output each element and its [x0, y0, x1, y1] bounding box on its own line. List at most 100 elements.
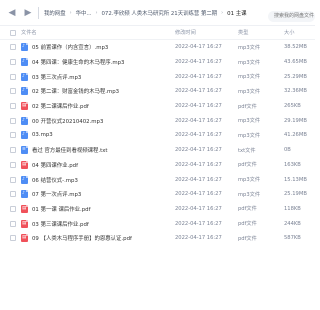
file-type: pdf文件 — [238, 221, 257, 228]
file-modified: 2022-04-17 16:27 — [175, 191, 222, 198]
file-modified: 2022-04-17 16:27 — [175, 235, 222, 242]
file-name-cell[interactable]: ▤ 03 第三课课后作业.pdf — [10, 219, 170, 228]
column-size[interactable]: 大小 — [284, 29, 294, 36]
file-row[interactable]: ♪ 04 第四课：健康生命的木马程序.mp3 2022-04-17 16:27 mp3… — [0, 55, 315, 70]
row-checkbox[interactable] — [10, 191, 16, 198]
row-checkbox[interactable] — [10, 44, 16, 51]
row-checkbox[interactable] — [10, 220, 16, 227]
column-type[interactable]: 类型 — [238, 29, 248, 36]
pdf-file-icon: ▤ — [21, 160, 28, 169]
column-name[interactable]: 文件名 — [10, 29, 37, 36]
file-modified: 2022-04-17 16:27 — [175, 44, 222, 51]
file-name[interactable]: 02 第二课课后作业.pdf — [32, 102, 89, 110]
file-size: 118KB — [284, 205, 301, 212]
file-row[interactable]: ♪ 03 第三次点评.mp3 2022-04-17 16:27 mp3文件 25.29M… — [0, 69, 315, 84]
file-modified: 2022-04-17 16:27 — [175, 73, 222, 80]
file-name-cell[interactable]: ♪ 05 前置课作（内含宣言）.mp3 — [10, 43, 170, 52]
row-checkbox[interactable] — [10, 147, 16, 154]
row-checkbox[interactable] — [10, 117, 16, 124]
file-size: 43.65MB — [284, 59, 307, 66]
row-checkbox[interactable] — [10, 235, 16, 242]
file-name-cell[interactable]: ♪ 02 第二课：财富金钱的木马程.mp3 — [10, 87, 170, 96]
file-size: 32.36MB — [284, 88, 307, 95]
pdf-file-icon: ▤ — [21, 219, 28, 228]
file-name[interactable]: 04 第四课作业.pdf — [32, 161, 78, 169]
file-size: 587KB — [284, 235, 301, 242]
row-checkbox[interactable] — [10, 132, 16, 139]
row-checkbox[interactable] — [10, 103, 16, 110]
file-name-cell[interactable]: ♪ 03 第三次点评.mp3 — [10, 72, 170, 81]
file-name-cell[interactable]: ♪ 06 结营仪式-.mp3 — [10, 175, 170, 184]
file-type: mp3文件 — [238, 132, 261, 139]
row-checkbox[interactable] — [10, 205, 16, 212]
file-name-cell[interactable]: ♪ 04 第四课：健康生命的木马程序.mp3 — [10, 58, 170, 67]
breadcrumb: 我的网盘 › 华中... › 072.李欣频 人类木马研究所 21天训练营 第二… — [43, 9, 277, 17]
row-checkbox[interactable] — [10, 59, 16, 66]
file-row[interactable]: ▤ 01 第一课 课后作业.pdf 2022-04-17 16:27 pdf文件 118… — [0, 202, 315, 217]
file-modified: 2022-04-17 16:27 — [175, 176, 222, 183]
audio-file-icon: ♪ — [21, 131, 28, 140]
file-modified: 2022-04-17 16:27 — [175, 117, 222, 124]
breadcrumb-item[interactable]: 华中... — [75, 9, 93, 17]
file-row[interactable]: ♪ 06 结营仪式-.mp3 2022-04-17 16:27 mp3文件 15.13M… — [0, 172, 315, 187]
file-row[interactable]: ▤ 04 第四课作业.pdf 2022-04-17 16:27 pdf文件 163KB — [0, 158, 315, 173]
file-name[interactable]: 05 前置课作（内含宣言）.mp3 — [32, 43, 108, 51]
file-name-cell[interactable]: ♪ 07 第一次点评.mp3 — [10, 190, 170, 199]
bottom-area — [0, 293, 315, 310]
file-name-cell[interactable]: ▤ 09 【人类木马程序手册】的恩惠认证.pdf — [10, 234, 170, 243]
file-name[interactable]: 04 第四课：健康生命的木马程序.mp3 — [32, 58, 124, 66]
search-input[interactable] — [268, 11, 315, 22]
file-row[interactable]: ♪ 02 第二课：财富金钱的木马程.mp3 2022-04-17 16:27 mp3文… — [0, 84, 315, 99]
file-row[interactable]: ≡ 看过 官方最佳到看视频课程.txt 2022-04-17 16:27 txt文件 0… — [0, 143, 315, 158]
file-type: txt文件 — [238, 147, 256, 154]
file-size: 25.29MB — [284, 73, 307, 80]
file-name-cell[interactable]: ≡ 看过 官方最佳到看视频课程.txt — [10, 146, 170, 155]
file-type: mp3文件 — [238, 118, 261, 125]
file-name[interactable]: 00 开营仪式20210402.mp3 — [32, 117, 103, 125]
file-row[interactable]: ♪ 07 第一次点评.mp3 2022-04-17 16:27 mp3文件 25.19M… — [0, 187, 315, 202]
column-modified[interactable]: 修改时间 — [175, 29, 196, 36]
file-name[interactable]: 03 第三课课后作业.pdf — [32, 220, 89, 228]
file-type: mp3文件 — [238, 177, 261, 184]
file-name[interactable]: 01 第一课 课后作业.pdf — [32, 205, 90, 213]
file-name[interactable]: 07 第一次点评.mp3 — [32, 190, 81, 198]
row-checkbox[interactable] — [10, 161, 16, 168]
file-type: mp3文件 — [238, 59, 261, 66]
file-name-cell[interactable]: ♪ 03.mp3 — [10, 131, 170, 140]
file-row[interactable]: ▤ 02 第二课课后作业.pdf 2022-04-17 16:27 pdf文件 265K… — [0, 99, 315, 114]
file-name[interactable]: 看过 官方最佳到看视频课程.txt — [32, 146, 108, 154]
row-checkbox[interactable] — [10, 88, 16, 95]
file-row[interactable]: ▤ 09 【人类木马程序手册】的恩惠认证.pdf 2022-04-17 16:27 p… — [0, 231, 315, 246]
file-name[interactable]: 03 第三次点评.mp3 — [32, 73, 81, 81]
file-name[interactable]: 09 【人类木马程序手册】的恩惠认证.pdf — [32, 234, 132, 242]
file-type: pdf文件 — [238, 235, 257, 242]
back-arrow-icon[interactable]: ◀ — [5, 6, 19, 20]
file-row[interactable]: ♪ 05 前置课作（内含宣言）.mp3 2022-04-17 16:27 mp3文件 3… — [0, 40, 315, 55]
breadcrumb-item-root[interactable]: 我的网盘 — [43, 9, 67, 17]
pdf-file-icon: ▤ — [21, 204, 28, 213]
file-name-cell[interactable]: ▤ 04 第四课作业.pdf — [10, 160, 170, 169]
file-modified: 2022-04-17 16:27 — [175, 205, 222, 212]
file-name-cell[interactable]: ▤ 02 第二课课后作业.pdf — [10, 102, 170, 111]
file-row[interactable]: ♪ 03.mp3 2022-04-17 16:27 mp3文件 41.26MB — [0, 128, 315, 143]
audio-file-icon: ♪ — [21, 175, 28, 184]
file-modified: 2022-04-17 16:27 — [175, 88, 222, 95]
file-name[interactable]: 03.mp3 — [32, 132, 53, 138]
file-modified: 2022-04-17 16:27 — [175, 132, 222, 139]
file-name-cell[interactable]: ♪ 00 开营仪式20210402.mp3 — [10, 116, 170, 125]
file-size: 38.52MB — [284, 44, 307, 51]
row-checkbox[interactable] — [10, 73, 16, 80]
file-row[interactable]: ▤ 03 第三课课后作业.pdf 2022-04-17 16:27 pdf文件 244K… — [0, 216, 315, 231]
forward-arrow-icon[interactable]: ▶ — [21, 6, 35, 20]
file-size: 265KB — [284, 103, 301, 110]
file-row[interactable]: ♪ 00 开营仪式20210402.mp3 2022-04-17 16:27 mp3文… — [0, 113, 315, 128]
breadcrumb-item[interactable]: 072.李欣频 人类木马研究所 21天训练营 第二期 — [101, 9, 219, 17]
file-name[interactable]: 06 结营仪式-.mp3 — [32, 176, 78, 184]
select-all-checkbox[interactable] — [10, 29, 16, 36]
file-type: mp3文件 — [238, 74, 261, 81]
file-size: 29.19MB — [284, 117, 307, 124]
file-modified: 2022-04-17 16:27 — [175, 59, 222, 66]
file-name-cell[interactable]: ▤ 01 第一课 课后作业.pdf — [10, 204, 170, 213]
row-checkbox[interactable] — [10, 176, 16, 183]
file-name[interactable]: 02 第二课：财富金钱的木马程.mp3 — [32, 87, 119, 95]
